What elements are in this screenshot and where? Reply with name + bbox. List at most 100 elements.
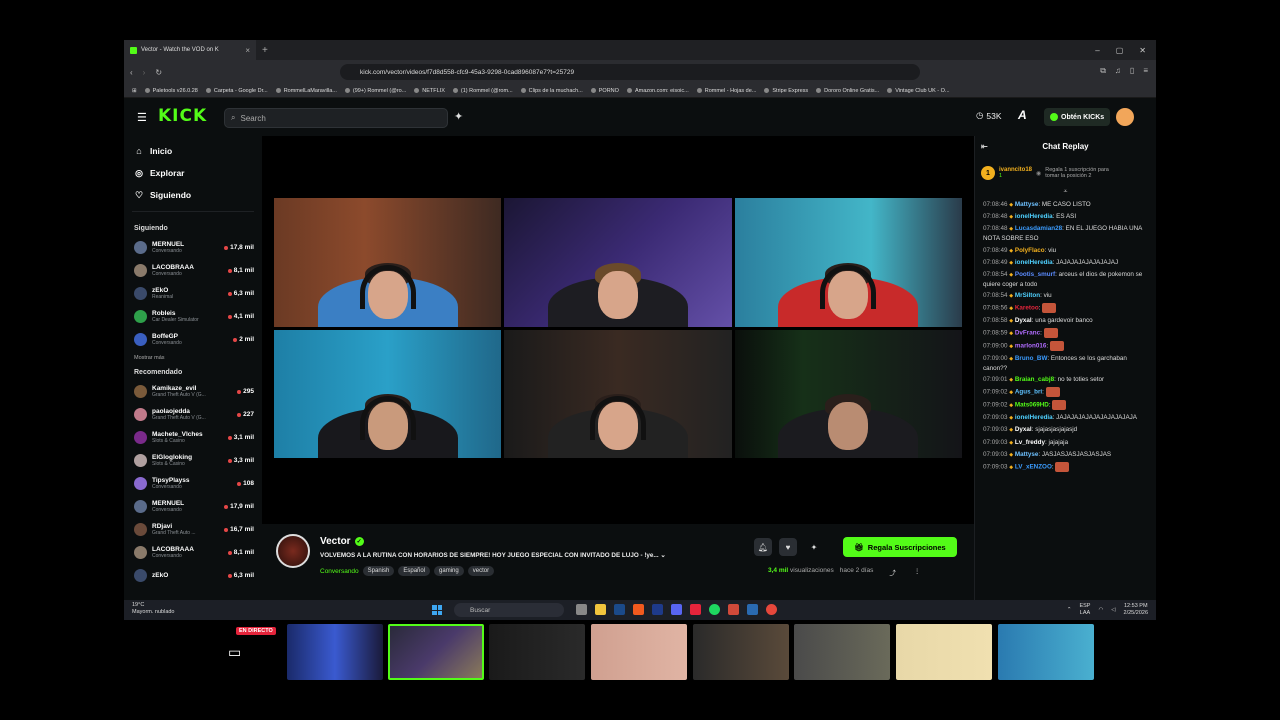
channel-item[interactable]: TipsyPlayss Conversando 108 [124,472,262,495]
close-tab-icon[interactable]: × [245,46,250,55]
close-window-icon[interactable]: ✕ [1139,46,1146,55]
thumbnail[interactable] [388,624,484,680]
streamer-avatar[interactable] [276,534,310,568]
channel-item[interactable]: LACOBRAAA Conversando 8,1 mil [124,541,262,564]
new-tab-icon[interactable]: + [262,45,268,56]
gift-subs-button[interactable]: 🎁︎ Regala Suscripciones [843,537,957,557]
maximize-icon[interactable]: ▢ [1116,46,1124,55]
apps-icon[interactable]: ⊞ [132,88,137,94]
collapse-chat-icon[interactable]: ⇤ [981,142,988,151]
opera-icon[interactable] [690,604,701,615]
bookmark-item[interactable]: RommelLaMaravilla... [275,88,337,94]
follow-button[interactable]: ♥ [779,538,797,556]
message-username[interactable]: Pootis_smurf [1015,271,1055,278]
message-username[interactable]: Mattyse [1015,201,1038,208]
sparkle-icon[interactable]: ✦ [454,110,463,123]
forward-icon[interactable]: › [143,68,146,77]
file-explorer-icon[interactable] [595,604,606,615]
streamer-name[interactable]: Vector [320,536,351,547]
extensions-icon[interactable]: ⧉ [1100,66,1106,76]
wifi-icon[interactable]: ◠ [1098,607,1103,614]
channel-item[interactable]: MERNUEL Conversando 17,9 mil [124,495,262,518]
message-username[interactable]: Dyxal [1015,317,1032,324]
message-username[interactable]: LV_xENZOO [1015,464,1052,471]
bookmark-item[interactable]: Clips de la muchach... [520,88,583,94]
message-username[interactable]: Lv_freddy [1015,439,1045,446]
message-username[interactable]: DvFranc [1015,330,1040,337]
url-field[interactable]: kick.com/vector/videos/f7d8d558-cfc9-45a… [340,64,920,80]
photoshop-icon[interactable] [652,604,663,615]
message-username[interactable]: ionelHeredia [1015,213,1053,220]
video-player[interactable]: Vector ✓ VOLVEMOS A LA RUTINA CON HORARI… [262,136,974,600]
get-kicks-button[interactable]: Obtén KICKs [1044,108,1111,126]
thumbnail[interactable] [287,624,383,680]
pinned-gift[interactable]: 1 ivanncito18 1 ◉ Regala 1 suscripción p… [981,160,1150,186]
channel-item[interactable]: Machete_Vlches Slots & Casino 3,1 mil [124,426,262,449]
bookmark-item[interactable]: Rommel - Hojas de... [696,88,756,94]
spotify-icon[interactable] [709,604,720,615]
reload-icon[interactable]: ↻ [155,68,162,77]
stream-category[interactable]: Conversando [320,568,359,575]
bookmark-item[interactable]: Dororo Online Gratis... [816,88,879,94]
kick-a-icon[interactable]: A [1018,108,1027,122]
thumbnail[interactable] [591,624,687,680]
video-frame[interactable] [274,198,962,458]
channel-item[interactable]: paolaojedda Grand Theft Auto V (G... 227 [124,403,262,426]
message-username[interactable]: Bruno_BW [1015,355,1048,362]
taskbar-search[interactable]: Buscar [454,603,564,617]
bookmark-item[interactable]: Vintage Club UK - O... [887,88,950,94]
message-username[interactable]: Karetoo [1015,305,1039,312]
volume-icon[interactable]: ◁ [1111,607,1115,614]
message-username[interactable]: Agus_bri [1015,389,1042,396]
message-username[interactable]: Mattyse [1015,451,1038,458]
sidebar-nav-explorar[interactable]: ◎ Explorar [124,162,262,184]
kick-logo[interactable]: KICK [158,106,207,126]
bookmark-item[interactable]: NETFLIX [414,88,445,94]
minimize-icon[interactable]: – [1095,46,1099,55]
brave-icon[interactable] [633,604,644,615]
app-icon[interactable] [766,604,777,615]
steam-icon[interactable] [614,604,625,615]
message-username[interactable]: marlon016 [1015,343,1047,350]
app-icon[interactable] [728,604,739,615]
share-icon[interactable]: ⤴ [889,567,896,577]
stream-tag[interactable]: Spanish [362,566,395,576]
bookmark-item[interactable]: Paletools v26.0.28 [144,88,198,94]
expand-icon[interactable]: ⩡ [975,188,1156,196]
bookmark-item[interactable]: (1) Rommel (@rom... [452,88,513,94]
channel-item[interactable]: Robleis Car Dealer Simulator 4,1 mil [124,305,262,328]
stream-tag[interactable]: vector [467,566,495,576]
message-username[interactable]: ionelHeredia [1015,259,1053,266]
more-options-icon[interactable]: ⋮ [914,567,921,577]
thumbnail[interactable] [489,624,585,680]
sidebar-nav-siguiendo[interactable]: ♡ Siguiendo [124,184,262,206]
bookmark-item[interactable]: Carpeta - Google Dr... [205,88,268,94]
message-username[interactable]: Dyxal [1015,426,1032,433]
tray-up-icon[interactable]: ⌃ [1067,607,1072,614]
sidebar-toggle-icon[interactable]: ▯ [1130,66,1134,76]
stream-tag[interactable]: gaming [434,566,464,576]
task-view-icon[interactable] [576,604,587,615]
browser-tab[interactable]: Vector - Watch the VOD on K × [124,40,256,60]
message-username[interactable]: Braian_cabj8 [1015,376,1054,383]
channel-item[interactable]: BoffeGP Conversando 2 mil [124,328,262,351]
show-more-link[interactable]: Mostrar más [124,351,262,365]
chevron-down-icon[interactable]: ⌄ [660,552,665,559]
message-username[interactable]: ionelHeredia [1015,414,1053,421]
message-username[interactable]: MrSilton [1015,292,1040,299]
clock[interactable]: 12:53 PM 2/25/2026 [1124,603,1148,617]
bookmark-item[interactable]: (99+) Rommel (@ro... [344,88,406,94]
boost-button[interactable]: ✦ [805,538,823,556]
weather-widget[interactable]: 19°C Mayorm. nublado [132,602,175,616]
app-icon[interactable] [747,604,758,615]
bookmark-item[interactable]: Stripe Express [764,88,808,94]
notifications-button[interactable]: 🔔︎ [754,538,772,556]
thumbnail[interactable] [794,624,890,680]
windows-start-icon[interactable] [432,605,442,615]
channel-item[interactable]: ElGlogloking Slots & Casino 3,3 mil [124,449,262,472]
channel-item[interactable]: zEkO Reanimal 6,3 mil [124,282,262,305]
viewers-counter[interactable]: ◷ 53K [976,110,1002,121]
menu-icon[interactable]: ≡ [1143,66,1148,76]
hamburger-menu-icon[interactable]: ☰ [137,111,147,124]
bookmark-item[interactable]: PORNO [590,88,619,94]
